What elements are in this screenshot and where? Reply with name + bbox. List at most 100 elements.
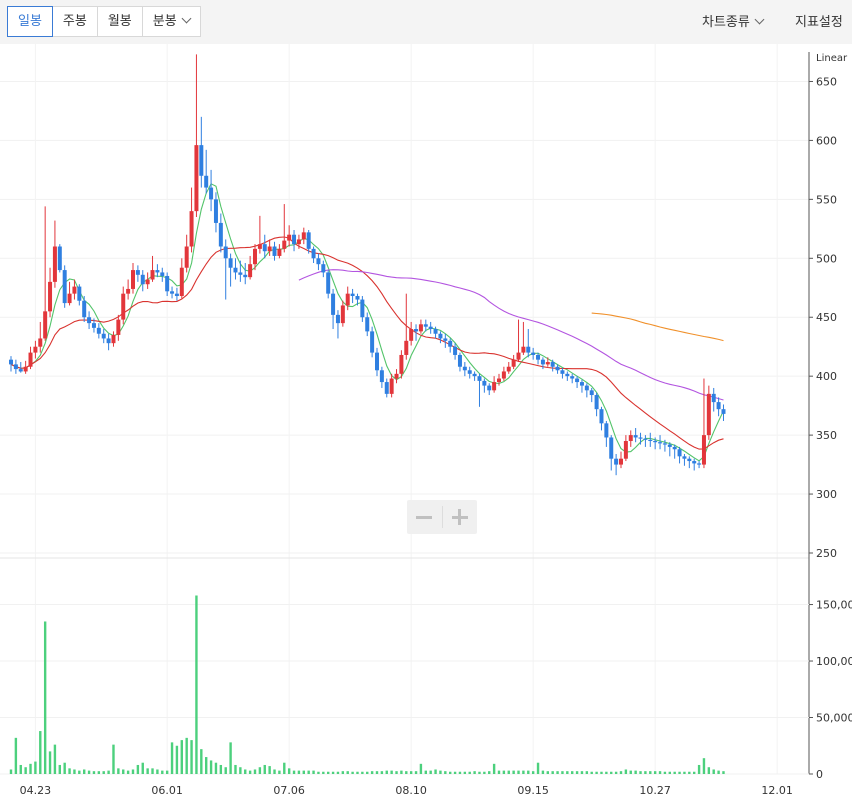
volume-bar	[556, 771, 559, 774]
candle-body	[87, 317, 92, 324]
candle-body	[701, 435, 706, 465]
period-tab-2[interactable]: 월봉	[98, 7, 143, 36]
candle-body	[697, 463, 702, 465]
volume-bar	[34, 761, 37, 774]
candle-body	[296, 239, 301, 245]
volume-bar	[527, 770, 530, 774]
volume-bar	[366, 771, 369, 774]
chevron-down-icon	[754, 14, 765, 25]
volume-bar	[405, 771, 408, 774]
period-tab-1[interactable]: 주봉	[53, 7, 98, 36]
candle-body	[13, 364, 18, 370]
period-tab-0[interactable]: 일봉	[7, 6, 53, 37]
volume-bar	[468, 771, 471, 774]
volume-bar	[322, 771, 325, 774]
date-tick-label: 12.01	[761, 784, 793, 797]
candle-body	[145, 279, 150, 285]
candle-body	[326, 272, 331, 294]
stock-chart[interactable]: Linear 650 600 550 500 450 400 350 300 250 150,000…	[0, 44, 852, 805]
candle-body	[414, 329, 419, 332]
chart-type-menu[interactable]: 차트종류	[702, 11, 765, 30]
volume-bar	[19, 764, 22, 774]
volume-bar	[439, 770, 442, 774]
volume-bar	[512, 770, 515, 774]
candle-body	[677, 449, 682, 457]
candle-body	[604, 423, 609, 438]
candle-body	[457, 354, 462, 367]
candle-body	[662, 443, 667, 445]
volume-bar	[29, 763, 32, 774]
volume-bar	[356, 771, 359, 774]
volume-bar	[541, 770, 545, 774]
candle-body	[418, 324, 423, 332]
candle-body	[306, 232, 311, 249]
candle-body	[550, 362, 555, 367]
candle-body	[721, 409, 726, 414]
candle-body	[82, 300, 87, 318]
volume-bar	[151, 768, 154, 774]
zoom-in-button[interactable]	[442, 500, 477, 534]
date-tick-label: 07.06	[273, 784, 305, 797]
candle-body	[316, 258, 321, 265]
volume-bar	[102, 771, 105, 774]
candle-body	[96, 327, 101, 334]
candle-body	[526, 346, 531, 353]
volume-bar	[444, 771, 447, 774]
volume-bar	[122, 769, 125, 774]
candle-body	[340, 305, 345, 324]
volume-bar	[175, 745, 179, 774]
candle-body	[204, 175, 209, 188]
candle-body	[150, 270, 155, 280]
volume-bar	[458, 771, 462, 774]
candle-body	[253, 248, 257, 265]
candle-body	[57, 246, 62, 271]
period-selector: 일봉 주봉 월봉 분봉	[7, 6, 201, 37]
volume-bar	[380, 771, 384, 774]
plus-icon	[451, 509, 468, 525]
candle-body	[653, 441, 658, 443]
volume-bar	[717, 770, 720, 774]
volume-bar	[683, 771, 686, 774]
candle-body	[399, 354, 404, 374]
volume-bar	[614, 771, 618, 774]
volume-bar	[575, 771, 579, 774]
indicator-settings-button[interactable]: 지표설정	[795, 11, 843, 30]
volume-bar	[97, 771, 101, 774]
candle-body	[389, 378, 394, 394]
candle-body	[155, 270, 160, 273]
volume-bar	[551, 771, 554, 774]
volume-bar	[693, 771, 696, 774]
candle-body	[482, 380, 487, 386]
volume-bar	[385, 770, 388, 774]
candle-body	[672, 446, 677, 450]
price-tick-label: 550	[816, 193, 837, 206]
date-tick-label: 04.23	[20, 784, 52, 797]
volume-bar	[14, 737, 18, 774]
candle-body	[199, 145, 204, 176]
volume-bar	[278, 770, 281, 774]
minus-icon	[416, 515, 433, 519]
volume-bar	[283, 762, 286, 774]
volume-bar	[712, 769, 715, 774]
volume-bar	[253, 769, 257, 774]
candle-body	[135, 270, 140, 275]
candle-body	[267, 246, 272, 252]
volume-bar	[87, 770, 91, 774]
candle-body	[272, 246, 277, 256]
volume-bar	[327, 771, 330, 774]
candle-body	[692, 461, 697, 464]
volume-bar	[531, 771, 535, 774]
volume-bar	[429, 770, 432, 774]
candle-body	[599, 409, 604, 424]
candle-body	[355, 296, 360, 300]
candle-body	[170, 291, 175, 294]
volume-bar	[24, 767, 27, 774]
period-tab-3[interactable]: 분봉	[143, 7, 200, 36]
volume-bar	[263, 764, 266, 774]
candle-body	[467, 370, 472, 374]
volume-bar	[317, 771, 320, 774]
volume-bar	[653, 771, 657, 774]
zoom-out-button[interactable]	[407, 500, 442, 534]
candle-body	[633, 435, 638, 438]
candle-body	[506, 366, 511, 372]
